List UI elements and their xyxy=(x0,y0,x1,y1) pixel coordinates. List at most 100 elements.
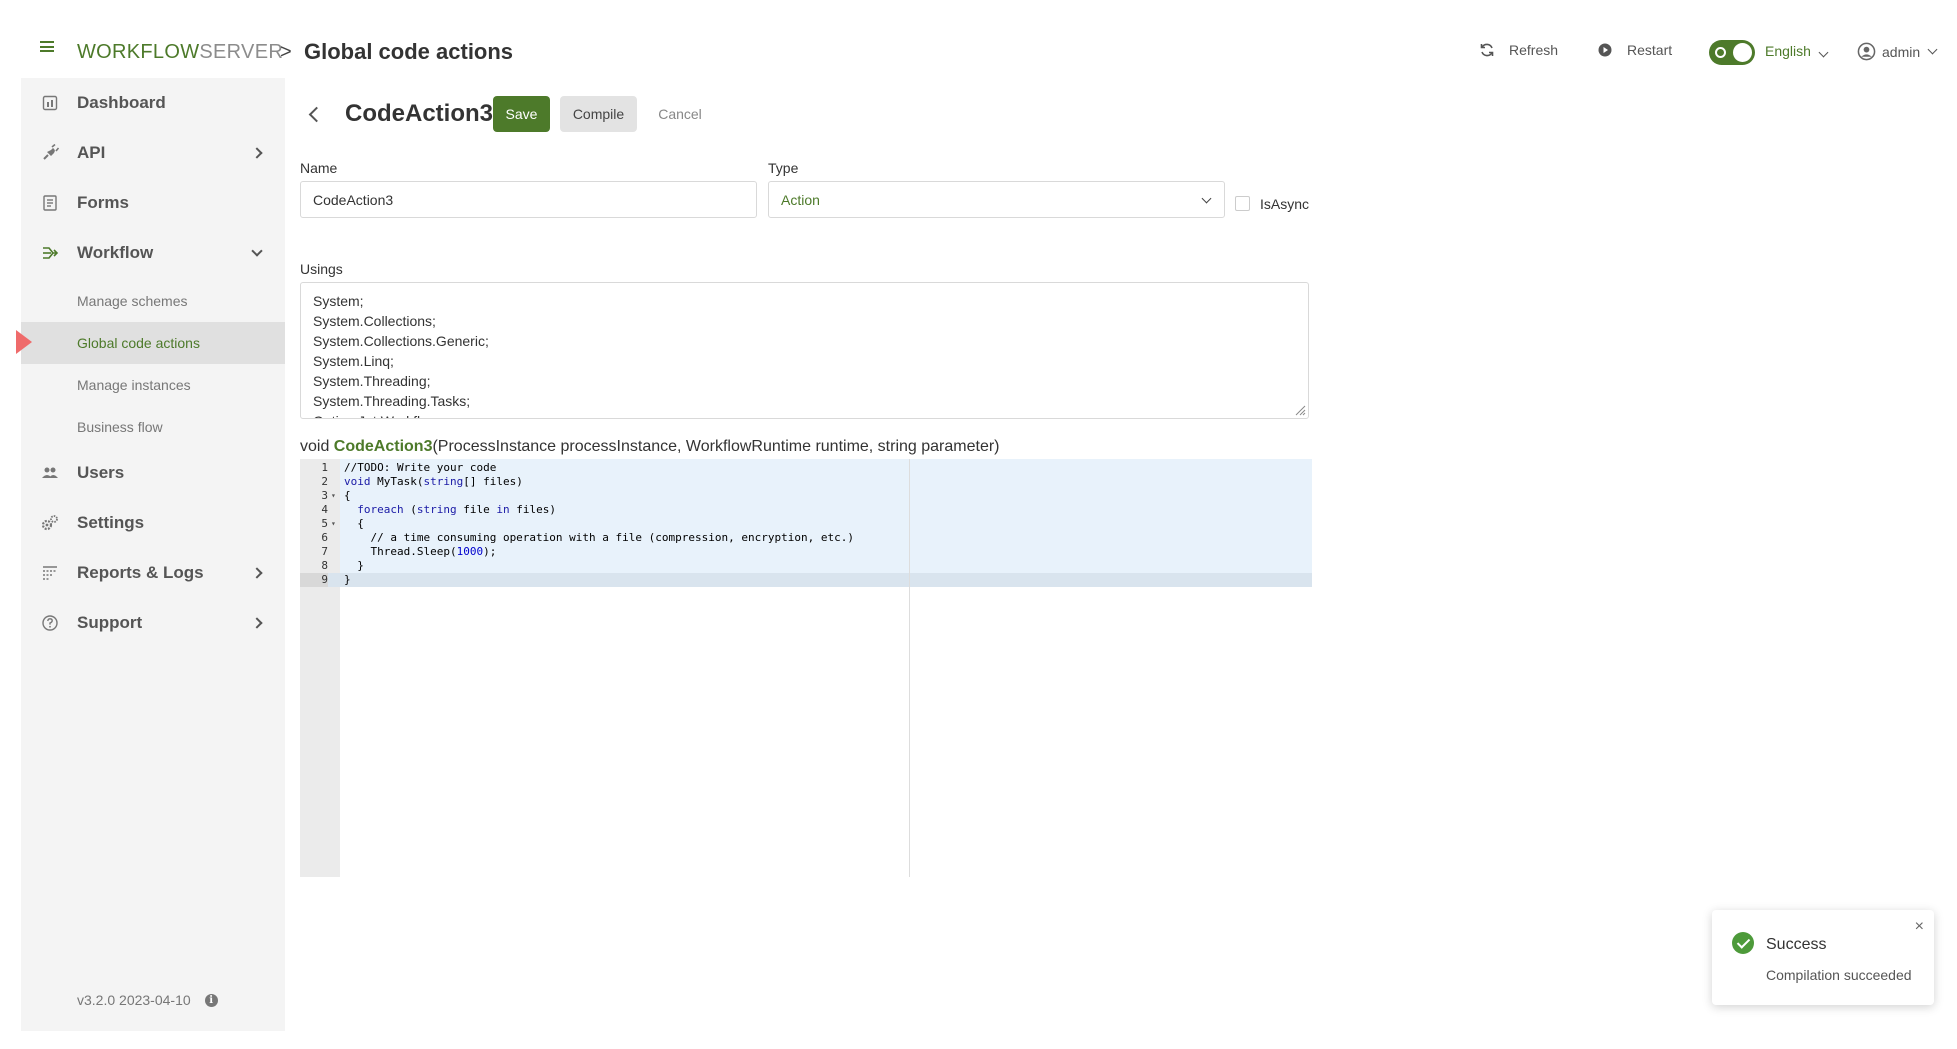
workflow-icon xyxy=(43,247,59,259)
sidebar-item-workflow[interactable]: Workflow xyxy=(21,228,285,278)
line-number: 8 xyxy=(321,559,328,572)
chevron-down-icon xyxy=(1201,193,1212,204)
sidebar-item-forms[interactable]: Forms xyxy=(21,178,285,228)
plug-icon xyxy=(43,144,59,160)
line-number: 5 xyxy=(321,517,328,530)
line-number: 9 xyxy=(300,573,328,587)
toast-title: Success xyxy=(1766,936,1827,953)
code-line[interactable]: 1 //TODO: Write your code xyxy=(300,461,1312,475)
chevron-right-icon xyxy=(251,617,263,629)
type-label: Type xyxy=(768,160,799,176)
user-name: admin xyxy=(1882,43,1921,60)
signature-name: CodeAction3 xyxy=(333,438,433,455)
close-icon[interactable]: × xyxy=(1915,918,1924,936)
code-line[interactable]: 7 Thread.Sleep(1000); xyxy=(300,545,1312,559)
sidebar-subitem-label: Manage schemes xyxy=(77,293,188,309)
sidebar-item-users[interactable]: Users xyxy=(21,448,285,498)
sidebar-item-label: Dashboard xyxy=(77,93,166,112)
user-circle-icon xyxy=(1857,42,1876,61)
breadcrumb-separator: > xyxy=(280,41,292,63)
refresh-button[interactable]: Refresh xyxy=(1479,42,1558,58)
isasync-checkbox[interactable] xyxy=(1235,196,1250,211)
sidebar: Dashboard API Forms Workflow Manage sche… xyxy=(21,78,285,1031)
sidebar-item-label: API xyxy=(77,143,106,162)
signature-prefix: void xyxy=(300,438,334,455)
code-line[interactable]: 5 ▾ { xyxy=(300,517,1312,531)
print-margin xyxy=(909,459,910,877)
restart-label: Restart xyxy=(1627,42,1673,58)
usings-line: OptimaJet.Workflow; xyxy=(313,411,1296,418)
sidebar-item-support[interactable]: Support xyxy=(21,598,285,648)
logo-part-workflow: WORKFLOW xyxy=(77,41,200,63)
chevron-down-icon xyxy=(1927,44,1938,55)
code-line[interactable]: 3 ▾ { xyxy=(300,489,1312,503)
sidebar-subitem-manage-schemes[interactable]: Manage schemes xyxy=(21,280,285,322)
resize-grip-icon[interactable] xyxy=(1294,404,1306,416)
dashboard-icon xyxy=(42,95,58,111)
code-line[interactable]: 6 // a time consuming operation with a f… xyxy=(300,531,1312,545)
code-text: } xyxy=(344,559,364,572)
fold-arrow-icon[interactable]: ▾ xyxy=(331,489,336,503)
fold-arrow-icon[interactable]: ▾ xyxy=(331,517,336,531)
usings-textarea[interactable]: System; System.Collections; System.Colle… xyxy=(300,282,1309,419)
code-text: } xyxy=(344,573,351,586)
code-text: foreach (string file in files) xyxy=(357,503,556,516)
sidebar-subitem-label: Global code actions xyxy=(77,335,200,351)
code-line[interactable]: 2 void MyTask(string[] files) xyxy=(300,475,1312,489)
line-number: 2 xyxy=(321,475,328,488)
line-number: 4 xyxy=(321,503,328,516)
info-icon[interactable]: i xyxy=(204,993,218,1007)
usings-label: Usings xyxy=(300,261,343,277)
name-input[interactable]: CodeAction3 xyxy=(300,181,757,218)
method-signature: void CodeAction3(ProcessInstance process… xyxy=(300,438,1000,456)
compile-button[interactable]: Compile xyxy=(560,96,637,132)
sidebar-subitem-label: Manage instances xyxy=(77,377,191,393)
hamburger-menu-icon[interactable] xyxy=(40,41,54,52)
code-editor[interactable]: 1 //TODO: Write your code 2 void MyTask(… xyxy=(300,459,1312,877)
sidebar-item-label: Support xyxy=(77,613,143,632)
sidebar-subitem-global-code-actions[interactable]: Global code actions xyxy=(21,322,285,364)
sidebar-item-label: Reports & Logs xyxy=(77,563,204,582)
top-bar: WORKFLOWSERVER > Global code actions Ref… xyxy=(0,0,1957,78)
line-number: 6 xyxy=(321,531,328,544)
code-line[interactable]: 8 } xyxy=(300,559,1312,573)
form-icon xyxy=(43,195,57,211)
usings-line: System.Collections; xyxy=(313,313,436,329)
toggle-knob xyxy=(1733,43,1752,62)
reports-icon xyxy=(43,566,57,580)
isasync-label: IsAsync xyxy=(1260,196,1310,212)
code-text: //TODO: Write your code xyxy=(344,461,497,474)
users-icon xyxy=(42,467,58,478)
toast-message: Compilation succeeded xyxy=(1766,967,1912,983)
save-button[interactable]: Save xyxy=(493,96,550,132)
success-toast: Success Compilation succeeded × xyxy=(1712,910,1934,1005)
line-number: 7 xyxy=(321,545,328,558)
code-line-current[interactable]: 9 } xyxy=(300,573,1312,587)
active-item-marker xyxy=(16,330,32,354)
code-text: { xyxy=(344,517,364,530)
check-circle-icon xyxy=(1732,932,1754,954)
sidebar-item-reports-logs[interactable]: Reports & Logs xyxy=(21,548,285,598)
logo-part-server: SERVER xyxy=(199,41,284,63)
code-line[interactable]: 4 foreach (string file in files) xyxy=(300,503,1312,517)
restart-button[interactable]: Restart xyxy=(1597,42,1672,58)
sidebar-item-dashboard[interactable]: Dashboard xyxy=(21,78,285,128)
language-select[interactable]: English xyxy=(1765,43,1829,59)
back-arrow-icon[interactable] xyxy=(308,106,325,123)
sidebar-subitem-manage-instances[interactable]: Manage instances xyxy=(21,364,285,406)
sidebar-item-settings[interactable]: Settings xyxy=(21,498,285,548)
type-select[interactable]: Action xyxy=(768,181,1225,218)
chevron-right-icon xyxy=(251,147,263,159)
line-number: 3 xyxy=(321,489,328,502)
user-menu[interactable]: admin xyxy=(1857,42,1938,61)
cancel-button[interactable]: Cancel xyxy=(646,96,714,132)
chevron-down-icon xyxy=(1818,47,1829,58)
sidebar-item-api[interactable]: API xyxy=(21,128,285,178)
app-logo[interactable]: WORKFLOWSERVER xyxy=(77,41,283,64)
usings-line: System.Linq; xyxy=(313,353,394,369)
mode-toggle[interactable] xyxy=(1709,40,1755,65)
sidebar-subitem-business-flow[interactable]: Business flow xyxy=(21,406,285,448)
line-number: 1 xyxy=(321,461,328,474)
gears-icon xyxy=(41,515,58,531)
language-label: English xyxy=(1765,43,1811,59)
